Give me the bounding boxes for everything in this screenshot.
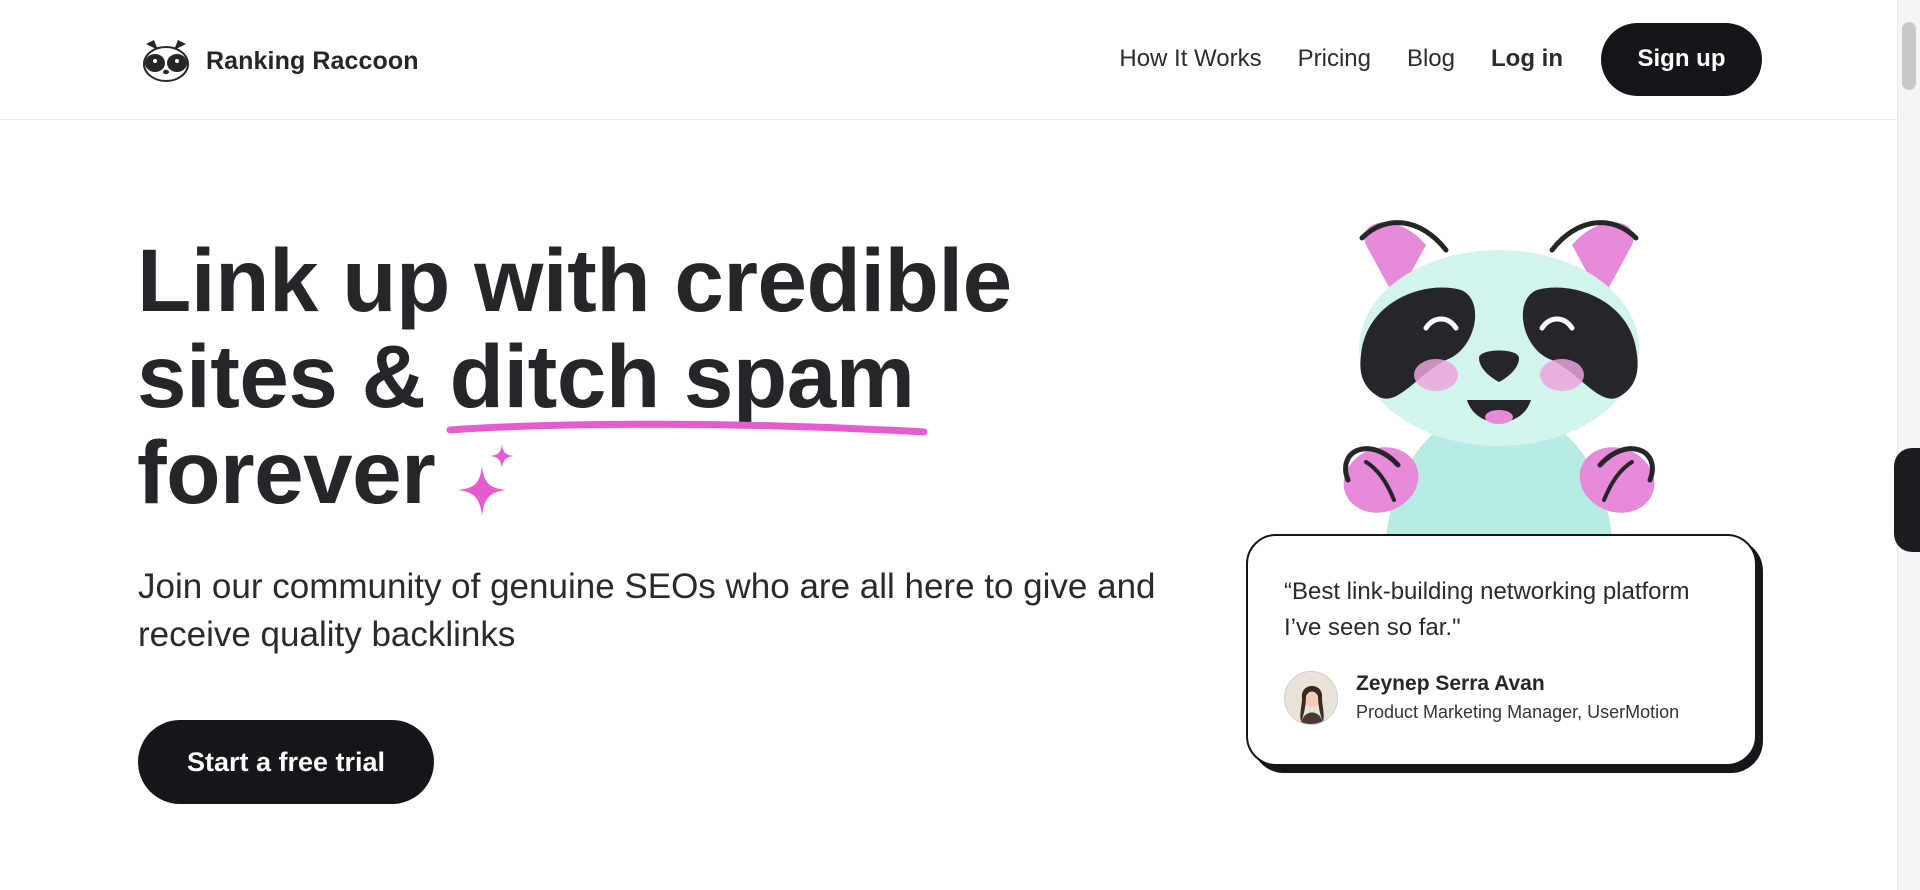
testimonial-quote: “Best link-building networking platform … [1284,578,1690,641]
avatar [1284,671,1338,725]
headline-highlight: ditch spam [446,326,928,436]
sparkle-icon [458,444,514,516]
headline-line-2: sites & ditch spam [137,326,1137,436]
logo-link[interactable]: Ranking Raccoon [140,38,419,84]
signup-button[interactable]: Sign up [1601,22,1762,96]
raccoon-face-icon [143,40,189,82]
nav-how-it-works[interactable]: How It Works [1119,45,1261,73]
hero-subtext: Join our community of genuine SEOs who a… [138,567,1156,654]
author-info: Zeynep Serra Avan Product Marketing Mana… [1356,670,1679,726]
testimonial-card: “Best link-building networking platform … [1246,534,1757,766]
pink-underline-icon [446,420,928,436]
headline-line-2-prefix: sites & [137,326,450,426]
site-header: Ranking Raccoon How It Works Pricing Blo… [0,0,1897,120]
headline-highlight-text: ditch spam [449,326,915,426]
headline-line-1: Link up with credible [137,230,1012,330]
side-widget-tab[interactable] [1894,448,1920,552]
main-nav: How It Works Pricing Blog Log in Sign up [1119,22,1762,96]
nav-pricing[interactable]: Pricing [1298,45,1371,73]
scrollbar[interactable] [1897,0,1920,890]
scrollbar-thumb[interactable] [1902,22,1916,90]
author-name: Zeynep Serra Avan [1356,672,1545,695]
nav-blog[interactable]: Blog [1407,45,1455,73]
testimonial-author: Zeynep Serra Avan Product Marketing Mana… [1284,670,1719,726]
start-free-trial-button[interactable]: Start a free trial [138,720,434,804]
raccoon-mascot [1343,220,1655,536]
login-link[interactable]: Log in [1491,45,1563,73]
hero-headline: Link up with credible sites & ditch spam… [137,232,1137,520]
author-title: Product Marketing Manager, UserMotion [1356,702,1680,722]
brand-name: Ranking Raccoon [206,46,419,75]
